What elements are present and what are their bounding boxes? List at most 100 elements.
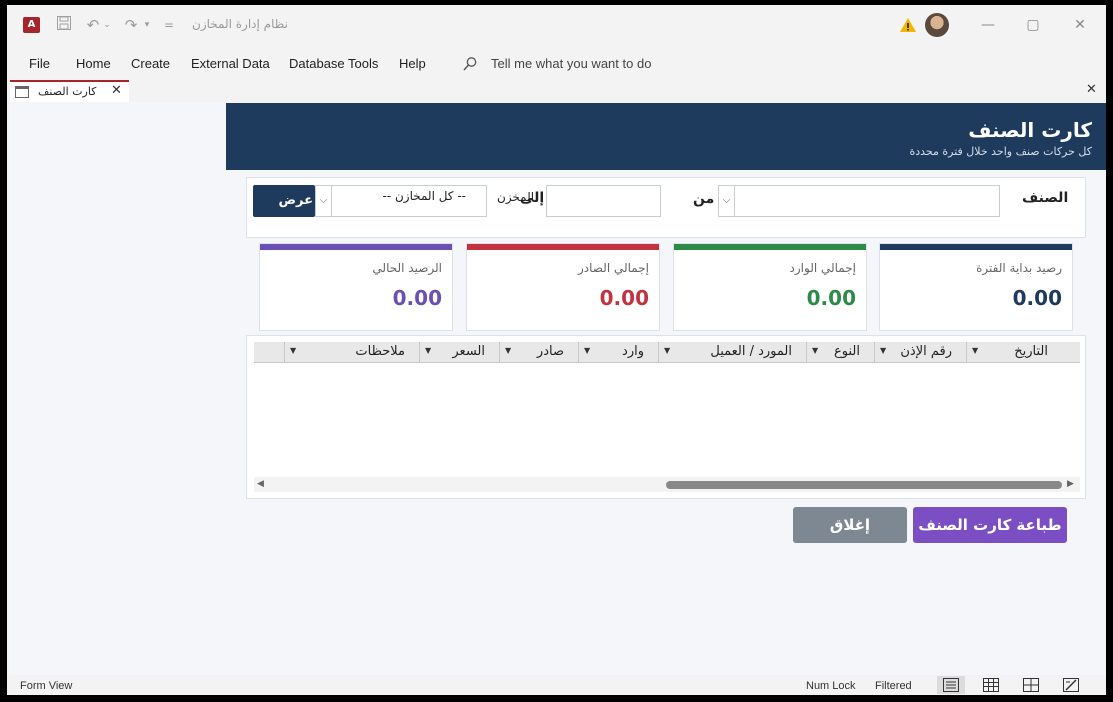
maximize-button[interactable]: ▢ [1018, 13, 1048, 37]
design-view-icon[interactable] [1057, 676, 1085, 694]
column-dropdown-icon[interactable]: ▼ [290, 346, 296, 355]
card-label: إجمالي الوارد [789, 261, 856, 275]
minimize-button[interactable]: — [973, 13, 1003, 37]
item-combo[interactable]: ⌵ [718, 185, 1000, 217]
status-view-label: Form View [20, 680, 73, 692]
column-header-price[interactable]: السعر ▼ [419, 342, 499, 363]
card-value: 0.00 [1012, 286, 1062, 310]
scroll-right-icon[interactable]: ▶ [1067, 479, 1074, 489]
status-num-lock: Num Lock [806, 680, 856, 692]
form-blank-area [9, 102, 225, 675]
warning-icon[interactable] [899, 16, 917, 34]
current-balance-card: الرصيد الحالي 0.00 [259, 243, 453, 331]
column-label: صادر [536, 344, 564, 359]
form-icon [15, 86, 29, 98]
status-filtered: Filtered [875, 680, 912, 692]
date-to-field[interactable] [546, 185, 661, 217]
card-accent-bar [880, 244, 1072, 250]
movements-grid: التاريخ ▼ رقم الإذن ▼ النوع ▼ المورد / ا… [246, 335, 1086, 499]
document-tab-strip: كارت الصنف ✕ ✕ [7, 80, 1106, 102]
access-logo-icon: A [23, 17, 40, 33]
card-accent-bar [467, 244, 659, 250]
column-dropdown-icon[interactable]: ▼ [425, 346, 431, 355]
card-value: 0.00 [599, 286, 649, 310]
card-label: إجمالي الصادر [577, 261, 649, 275]
scroll-left-icon[interactable]: ◀ [257, 479, 264, 489]
column-dropdown-icon[interactable]: ▼ [664, 346, 670, 355]
store-label: المخزن [497, 190, 535, 204]
horizontal-scrollbar[interactable]: ◀ ▶ [254, 477, 1080, 492]
column-header-supplier-customer[interactable]: المورد / العميل ▼ [658, 342, 806, 363]
layout-view-icon[interactable] [1017, 676, 1045, 694]
card-accent-bar [260, 244, 452, 250]
menu-create[interactable]: Create [131, 56, 170, 71]
total-in-card: إجمالي الوارد 0.00 [673, 243, 867, 331]
undo-icon[interactable]: ↶ [83, 15, 103, 35]
scrollbar-thumb[interactable] [666, 481, 1062, 489]
card-value: 0.00 [806, 286, 856, 310]
column-header-out[interactable]: صادر ▼ [499, 342, 578, 363]
tell-me-input[interactable]: Tell me what you want to do [491, 56, 651, 71]
column-label: المورد / العميل [710, 344, 792, 359]
redo-dropdown-icon[interactable]: ▾ [141, 15, 153, 35]
app-window: A ↶ ⌄ ↷ ▾ = نظام إدارة المخازن — ▢ ✕ Fil… [7, 5, 1106, 695]
form-view-icon[interactable] [937, 676, 965, 694]
from-label: من [693, 191, 715, 207]
redo-icon[interactable]: ↷ [121, 15, 141, 35]
store-combo[interactable]: ⌵ -- كل المخازن -- [315, 185, 487, 217]
filter-panel: الصنف ⌵ من إلى المخزن ⌵ -- كل المخازن --… [246, 177, 1086, 238]
menu-file[interactable]: File [29, 56, 50, 71]
column-dropdown-icon[interactable]: ▼ [880, 346, 886, 355]
lightbulb-search-icon[interactable] [462, 56, 478, 72]
undo-dropdown-icon[interactable]: ⌄ [101, 15, 113, 35]
column-label: ملاحظات [355, 344, 405, 359]
app-title: نظام إدارة المخازن [192, 17, 288, 31]
grid-header: التاريخ ▼ رقم الإذن ▼ النوع ▼ المورد / ا… [254, 342, 1080, 363]
close-window-button[interactable]: ✕ [1065, 13, 1095, 37]
menu-help[interactable]: Help [399, 56, 426, 71]
column-dropdown-icon[interactable]: ▼ [584, 346, 590, 355]
column-label: وارد [622, 344, 644, 359]
column-header-notes[interactable]: ملاحظات ▼ [284, 342, 419, 363]
column-header-type[interactable]: النوع ▼ [806, 342, 874, 363]
column-header-permit-no[interactable]: رقم الإذن ▼ [874, 342, 966, 363]
save-icon[interactable] [54, 15, 74, 35]
tab-label: كارت الصنف [38, 85, 97, 98]
user-avatar[interactable] [925, 13, 949, 37]
chevron-down-icon[interactable]: ⌵ [719, 186, 735, 216]
page-title: كارت الصنف [968, 118, 1092, 142]
datasheet-view-icon[interactable] [977, 676, 1005, 694]
chevron-down-icon[interactable]: ⌵ [316, 186, 332, 216]
tab-close-icon[interactable]: ✕ [111, 83, 122, 98]
column-dropdown-icon[interactable]: ▼ [972, 346, 978, 355]
item-label: الصنف [1022, 190, 1069, 206]
card-value: 0.00 [392, 286, 442, 310]
card-label: رصيد بداية الفترة [976, 261, 1062, 275]
opening-balance-card: رصيد بداية الفترة 0.00 [879, 243, 1073, 331]
ribbon-menu: File Home Create External Data Database … [7, 51, 1106, 77]
tab-item-card[interactable]: كارت الصنف ✕ [10, 80, 129, 102]
column-dropdown-icon[interactable]: ▼ [505, 346, 511, 355]
total-out-card: إجمالي الصادر 0.00 [466, 243, 660, 331]
print-card-button[interactable]: طباعة كارت الصنف [913, 507, 1067, 543]
show-button[interactable]: عرض [253, 185, 315, 217]
customize-toolbar-icon[interactable]: = [162, 15, 176, 35]
column-header-date[interactable]: التاريخ ▼ [966, 342, 1062, 363]
card-label: الرصيد الحالي [372, 261, 442, 275]
page-subtitle: كل حركات صنف واحد خلال فترة محددة [909, 145, 1092, 158]
menu-database-tools[interactable]: Database Tools [289, 56, 378, 71]
column-label: النوع [834, 344, 860, 359]
form-header: كارت الصنف كل حركات صنف واحد خلال فترة م… [226, 103, 1106, 170]
column-dropdown-icon[interactable]: ▼ [812, 346, 818, 355]
close-button[interactable]: إغلاق [793, 507, 907, 543]
form-area: كارت الصنف كل حركات صنف واحد خلال فترة م… [9, 102, 1106, 675]
card-accent-bar [674, 244, 866, 250]
column-label: التاريخ [1014, 344, 1048, 359]
menu-home[interactable]: Home [76, 56, 111, 71]
menu-external-data[interactable]: External Data [191, 56, 270, 71]
title-bar: A ↶ ⌄ ↷ ▾ = نظام إدارة المخازن — ▢ ✕ [7, 5, 1106, 45]
column-label: السعر [452, 344, 485, 359]
store-combo-value: -- كل المخازن -- [382, 189, 466, 203]
close-document-icon[interactable]: ✕ [1086, 82, 1097, 97]
column-header-in[interactable]: وارد ▼ [578, 342, 658, 363]
